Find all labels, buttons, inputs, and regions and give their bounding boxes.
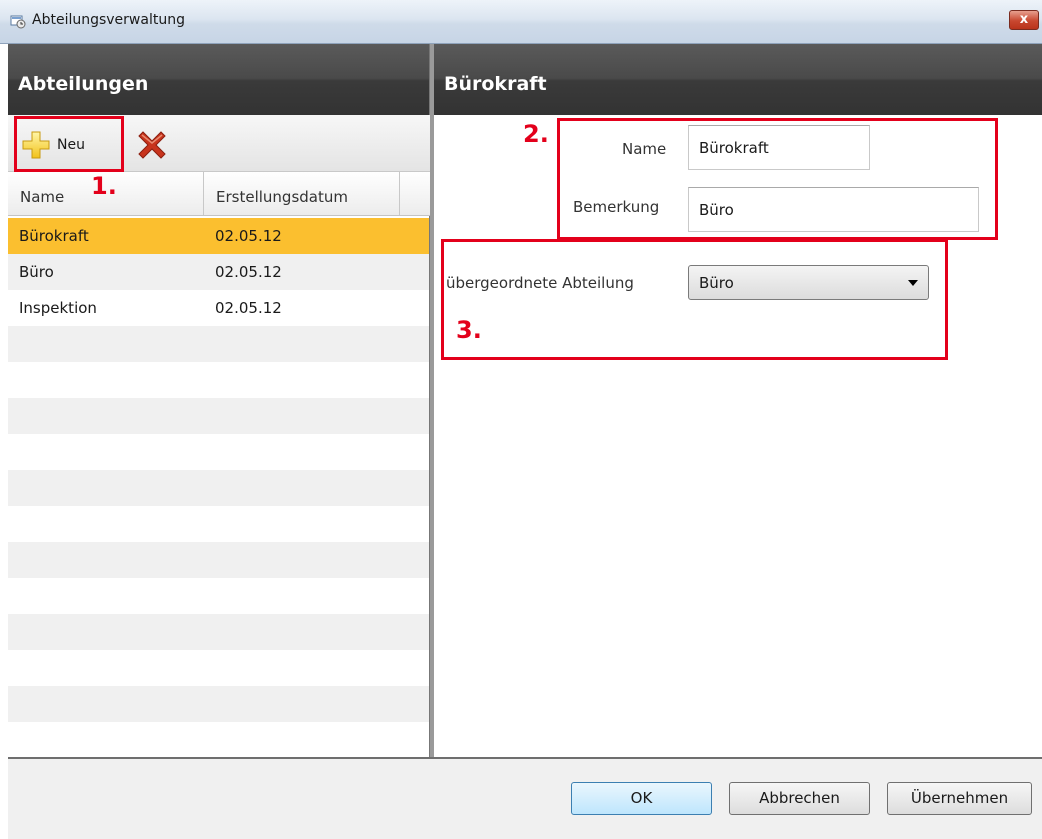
row-date: 02.05.12 [215, 299, 282, 317]
departments-grid: Bürokraft 02.05.12 Büro 02.05.12 Inspekt… [8, 218, 429, 758]
empty-row [8, 542, 429, 578]
empty-row [8, 614, 429, 650]
window-app-icon [10, 15, 26, 29]
annotation-number-3: 3. [456, 316, 482, 344]
departments-header: Abteilungen [8, 44, 430, 115]
window-frame-left [0, 44, 8, 839]
window-title: Abteilungsverwaltung [32, 12, 185, 28]
close-icon: x [1019, 12, 1029, 27]
table-row[interactable]: Inspektion 02.05.12 [8, 290, 429, 326]
empty-row [8, 470, 429, 506]
apply-button[interactable]: Übernehmen [887, 782, 1032, 815]
row-name: Inspektion [19, 299, 97, 317]
window-title-bar: Abteilungsverwaltung x [0, 0, 1042, 44]
detail-header: Bürokraft [434, 44, 1042, 115]
empty-row [8, 578, 429, 614]
annotation-box-3 [441, 239, 948, 360]
row-date: 02.05.12 [215, 227, 282, 245]
window-close-button[interactable]: x [1009, 10, 1039, 30]
detail-header-title: Bürokraft [444, 73, 547, 95]
annotation-number-2: 2. [523, 120, 549, 148]
annotation-box-1 [14, 116, 124, 172]
cancel-button[interactable]: Abbrechen [729, 782, 870, 815]
annotation-box-2 [557, 118, 998, 240]
empty-row [8, 434, 429, 470]
column-header-date[interactable]: Erstellungsdatum [204, 172, 400, 215]
annotation-number-1: 1. [91, 172, 117, 200]
empty-row [8, 326, 429, 362]
empty-row [8, 722, 429, 758]
empty-row [8, 362, 429, 398]
ok-button[interactable]: OK [571, 782, 712, 815]
row-name: Bürokraft [19, 227, 89, 245]
departments-grid-header: Name Erstellungsdatum [8, 172, 430, 216]
empty-row [8, 398, 429, 434]
delete-department-button[interactable] [135, 128, 169, 162]
departments-header-title: Abteilungen [18, 73, 149, 95]
delete-x-icon [138, 131, 166, 159]
empty-row [8, 506, 429, 542]
table-row[interactable]: Bürokraft 02.05.12 [8, 218, 429, 254]
empty-row [8, 650, 429, 686]
empty-row [8, 686, 429, 722]
row-name: Büro [19, 263, 54, 281]
table-row[interactable]: Büro 02.05.12 [8, 254, 429, 290]
row-date: 02.05.12 [215, 263, 282, 281]
